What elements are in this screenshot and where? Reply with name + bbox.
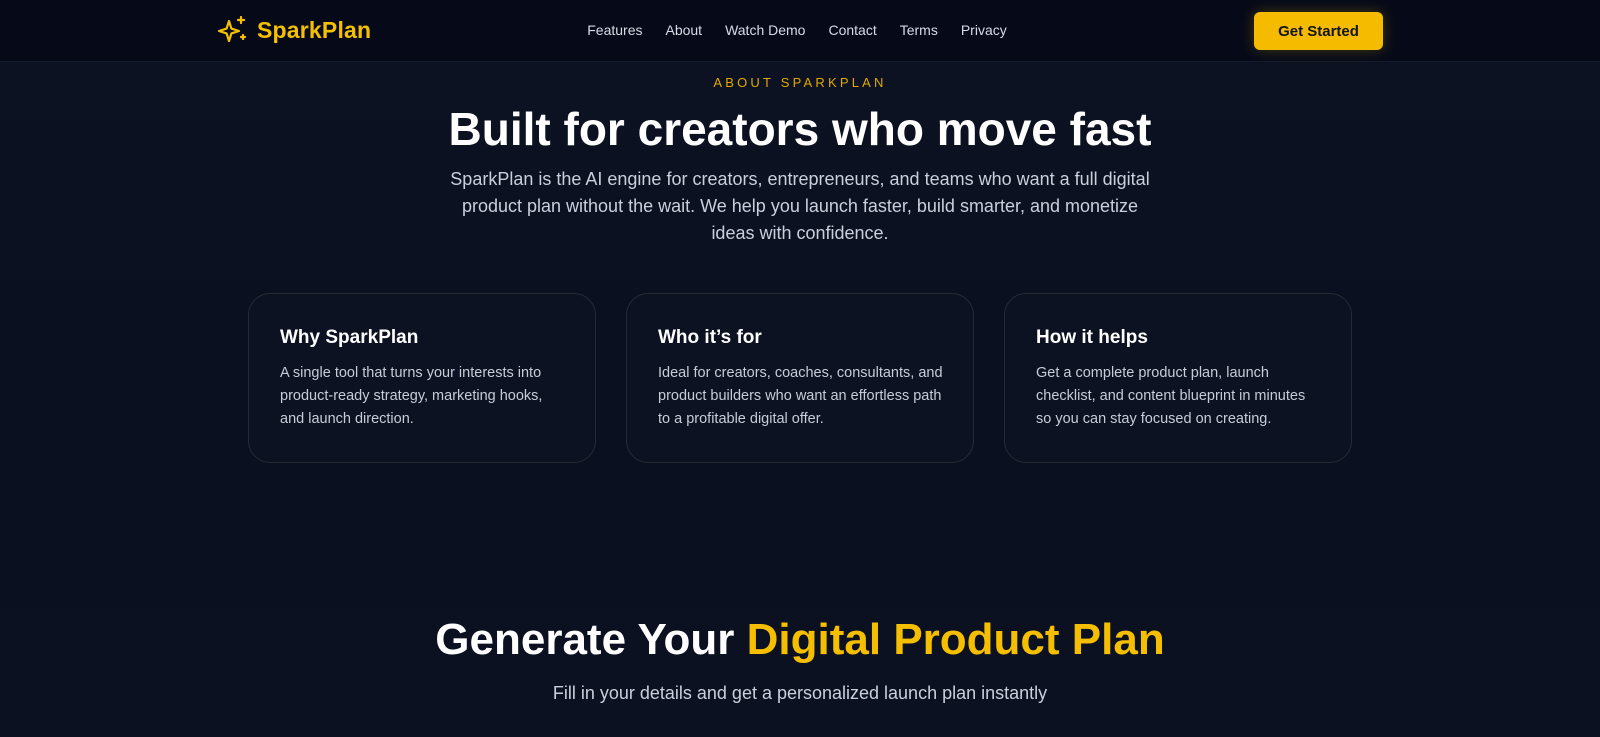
generate-title-highlight: Digital Product Plan bbox=[746, 615, 1165, 664]
nav-link-contact[interactable]: Contact bbox=[828, 20, 876, 40]
nav-link-about[interactable]: About bbox=[665, 20, 702, 40]
nav-link-watch-demo[interactable]: Watch Demo bbox=[725, 20, 805, 40]
page: SparkPlan Features About Watch Demo Cont… bbox=[0, 0, 1600, 737]
card-text: A single tool that turns your interests … bbox=[280, 365, 543, 427]
generate-title: Generate Your Digital Product Plan bbox=[0, 612, 1600, 668]
about-title: Built for creators who move fast bbox=[448, 103, 1152, 155]
card-why-sparkplan: Why SparkPlan A single tool that turns y… bbox=[248, 293, 596, 463]
card-text: Get a complete product plan, launch chec… bbox=[1036, 365, 1306, 427]
card-title: How it helps bbox=[1036, 327, 1148, 348]
card-text: Ideal for creators, coaches, consultants… bbox=[658, 365, 943, 427]
top-navbar: SparkPlan Features About Watch Demo Cont… bbox=[0, 0, 1600, 62]
nav-link-privacy[interactable]: Privacy bbox=[961, 20, 1007, 40]
nav-link-features[interactable]: Features bbox=[587, 20, 642, 40]
about-cards: Why SparkPlan A single tool that turns y… bbox=[248, 293, 1352, 463]
about-eyebrow: ABOUT SPARKPLAN bbox=[713, 75, 887, 90]
card-who-its-for: Who it’s for Ideal for creators, coaches… bbox=[626, 293, 974, 463]
generate-title-prefix: Generate Your bbox=[435, 615, 747, 664]
about-description: SparkPlan is the AI engine for creators,… bbox=[450, 169, 1150, 243]
generate-subtitle: Fill in your details and get a personali… bbox=[552, 683, 1048, 703]
get-started-button[interactable]: Get Started bbox=[1254, 12, 1383, 50]
card-title: Why SparkPlan bbox=[280, 327, 419, 348]
nav-link-terms[interactable]: Terms bbox=[900, 20, 938, 40]
card-title: Who it’s for bbox=[658, 327, 762, 348]
card-how-it-helps: How it helps Get a complete product plan… bbox=[1004, 293, 1352, 463]
